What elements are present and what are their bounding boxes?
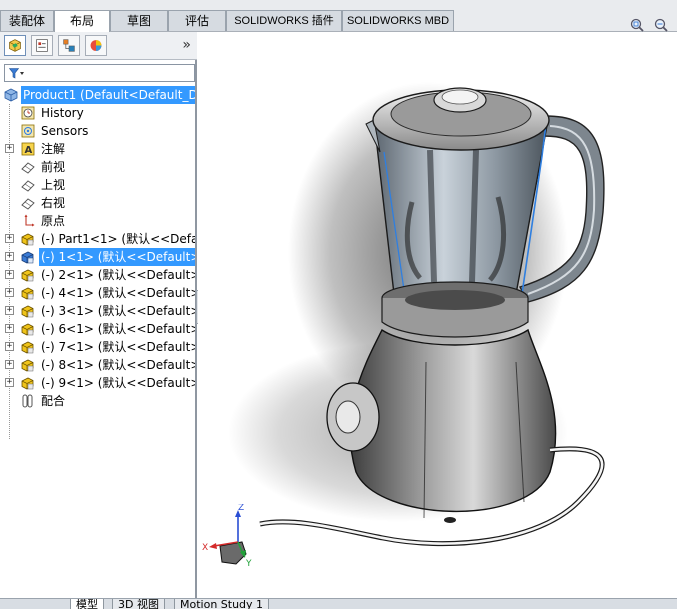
tree-item-label: 配合 [41, 394, 66, 408]
tab-motion-study[interactable]: Motion Study 1 [174, 599, 270, 609]
triad-y-label: Y [245, 559, 252, 566]
motor-base [349, 328, 557, 513]
zoom-to-fit-icon[interactable] [630, 18, 644, 32]
tree-item-label: (-) 2<1> (默认<<Default>_ [41, 268, 195, 282]
part-icon [21, 269, 34, 282]
tree-item-component[interactable]: + (-) 7<1> (默认<<Default>_ [0, 338, 195, 356]
part-icon [21, 287, 34, 300]
expand-toggle-icon[interactable]: + [5, 270, 14, 279]
tree-item-label: Sensors [41, 124, 89, 138]
plane-icon [21, 180, 35, 192]
filter-icon[interactable] [9, 68, 25, 79]
tree-item-label: (-) 4<1> (默认<<Default>_ [41, 286, 195, 300]
expand-toggle-icon[interactable]: + [5, 360, 14, 369]
zoom-to-area-icon[interactable] [654, 18, 668, 32]
expand-toggle-icon[interactable]: + [5, 324, 14, 333]
tab-assembly[interactable]: 装配体 [0, 10, 54, 31]
tab-solidworks-addins[interactable]: SOLIDWORKS 插件 [226, 10, 342, 31]
tree-item-mates[interactable]: 配合 [0, 392, 195, 410]
property-manager-icon[interactable] [31, 35, 53, 56]
tree-item-origin[interactable]: 原点 [0, 212, 195, 230]
feature-tree: Product1 (Default<Default_Di History Sens… [0, 86, 195, 439]
expand-toggle-icon[interactable]: + [5, 288, 14, 297]
featuremanager-tree-icon[interactable] [4, 35, 26, 56]
command-manager-tabs: 装配体 布局 草图 评估 SOLIDWORKS 插件 SOLIDWORKS MB… [0, 0, 677, 32]
part-icon [21, 233, 34, 246]
manager-tabs: » [0, 32, 197, 60]
document-tabs: 模型 3D 视图 Motion Study 1 [0, 598, 677, 609]
svg-text:A: A [25, 145, 33, 156]
assembly-icon [4, 88, 18, 102]
part-icon [21, 377, 34, 390]
expand-toggle-icon[interactable]: + [5, 234, 14, 243]
tree-item-label: 前视 [41, 160, 66, 174]
tree-item-history[interactable]: History [0, 104, 195, 122]
collapse-panel-chevron[interactable]: » [182, 37, 191, 53]
triad-z-label: Z [238, 504, 244, 513]
expand-toggle-icon[interactable]: + [5, 378, 14, 387]
tab-evaluate[interactable]: 评估 [168, 10, 226, 31]
expand-toggle-icon[interactable]: + [5, 306, 14, 315]
tree-item-label: (-) Part1<1> (默认<<Defau [41, 232, 195, 246]
tree-filter-field[interactable] [4, 64, 195, 82]
expand-toggle-icon[interactable]: + [5, 144, 14, 153]
tree-item-component[interactable]: + (-) 8<1> (默认<<Default>_ [0, 356, 195, 374]
tree-item-label: (-) 1<1> (默认<<Default>_ [39, 248, 195, 266]
tree-item-label: 上视 [41, 178, 66, 192]
tree-item-top-plane[interactable]: 上视 [0, 176, 195, 194]
tree-item-label: History [41, 106, 84, 120]
tree-item-label: (-) 6<1> (默认<<Default>_ [41, 322, 195, 336]
tree-item-front-plane[interactable]: 前视 [0, 158, 195, 176]
display-manager-icon[interactable] [85, 35, 107, 56]
tree-item-right-plane[interactable]: 右视 [0, 194, 195, 212]
tree-item-component[interactable]: + (-) 9<1> (默认<<Default>_ [0, 374, 195, 392]
tab-3d-views[interactable]: 3D 视图 [112, 599, 165, 609]
part-icon [21, 251, 34, 264]
tree-item-component[interactable]: + (-) 3<1> (默认<<Default>_ [0, 302, 195, 320]
tree-item-component[interactable]: + (-) 4<1> (默认<<Default>_ [0, 284, 195, 302]
sensors-icon [21, 124, 35, 138]
tree-item-sensors[interactable]: Sensors [0, 122, 195, 140]
tree-item-label: 原点 [41, 214, 66, 228]
tab-solidworks-mbd[interactable]: SOLIDWORKS MBD [342, 10, 454, 31]
tree-item-label: (-) 7<1> (默认<<Default>_ [41, 340, 195, 354]
tree-root-label: Product1 (Default<Default_Di [21, 86, 195, 104]
tree-item-component[interactable]: + (-) Part1<1> (默认<<Defau [0, 230, 195, 248]
tree-item-label: (-) 9<1> (默认<<Default>_ [41, 376, 195, 390]
blender-model-render [219, 82, 605, 565]
tree-item-label: 注解 [41, 142, 66, 156]
tree-item-component[interactable]: + (-) 2<1> (默认<<Default>_ [0, 266, 195, 284]
part-icon [21, 323, 34, 336]
tab-model[interactable]: 模型 [70, 599, 104, 609]
expand-toggle-icon[interactable]: + [5, 342, 14, 351]
part-icon [21, 305, 34, 318]
tree-item-label: (-) 8<1> (默认<<Default>_ [41, 358, 195, 372]
graphics-area[interactable]: Z X Y [198, 32, 677, 598]
tab-layout[interactable]: 布局 [54, 10, 110, 32]
tree-item-label: 右视 [41, 196, 66, 210]
tab-sketch[interactable]: 草图 [110, 10, 168, 31]
configuration-manager-icon[interactable] [58, 35, 80, 56]
plane-icon [21, 162, 35, 174]
history-icon [21, 106, 35, 120]
tree-item-label: (-) 3<1> (默认<<Default>_ [41, 304, 195, 318]
expand-toggle-icon[interactable]: + [5, 252, 14, 261]
tree-item-annotations[interactable]: + A 注解 [0, 140, 195, 158]
feature-manager-panel: » Product1 (Default<Default_Di History Se… [0, 32, 197, 609]
triad-x-label: X [202, 543, 208, 553]
mates-icon [22, 394, 33, 408]
plane-icon [21, 198, 35, 210]
tree-item-component[interactable]: + (-) 1<1> (默认<<Default>_ [0, 248, 195, 266]
part-icon [21, 359, 34, 372]
annotation-icon: A [21, 142, 35, 156]
reference-triad: Z X Y [202, 504, 252, 566]
tree-root-assembly[interactable]: Product1 (Default<Default_Di [0, 86, 195, 104]
tree-item-component[interactable]: + (-) 6<1> (默认<<Default>_ [0, 320, 195, 338]
part-icon [21, 341, 34, 354]
origin-icon [24, 214, 35, 227]
